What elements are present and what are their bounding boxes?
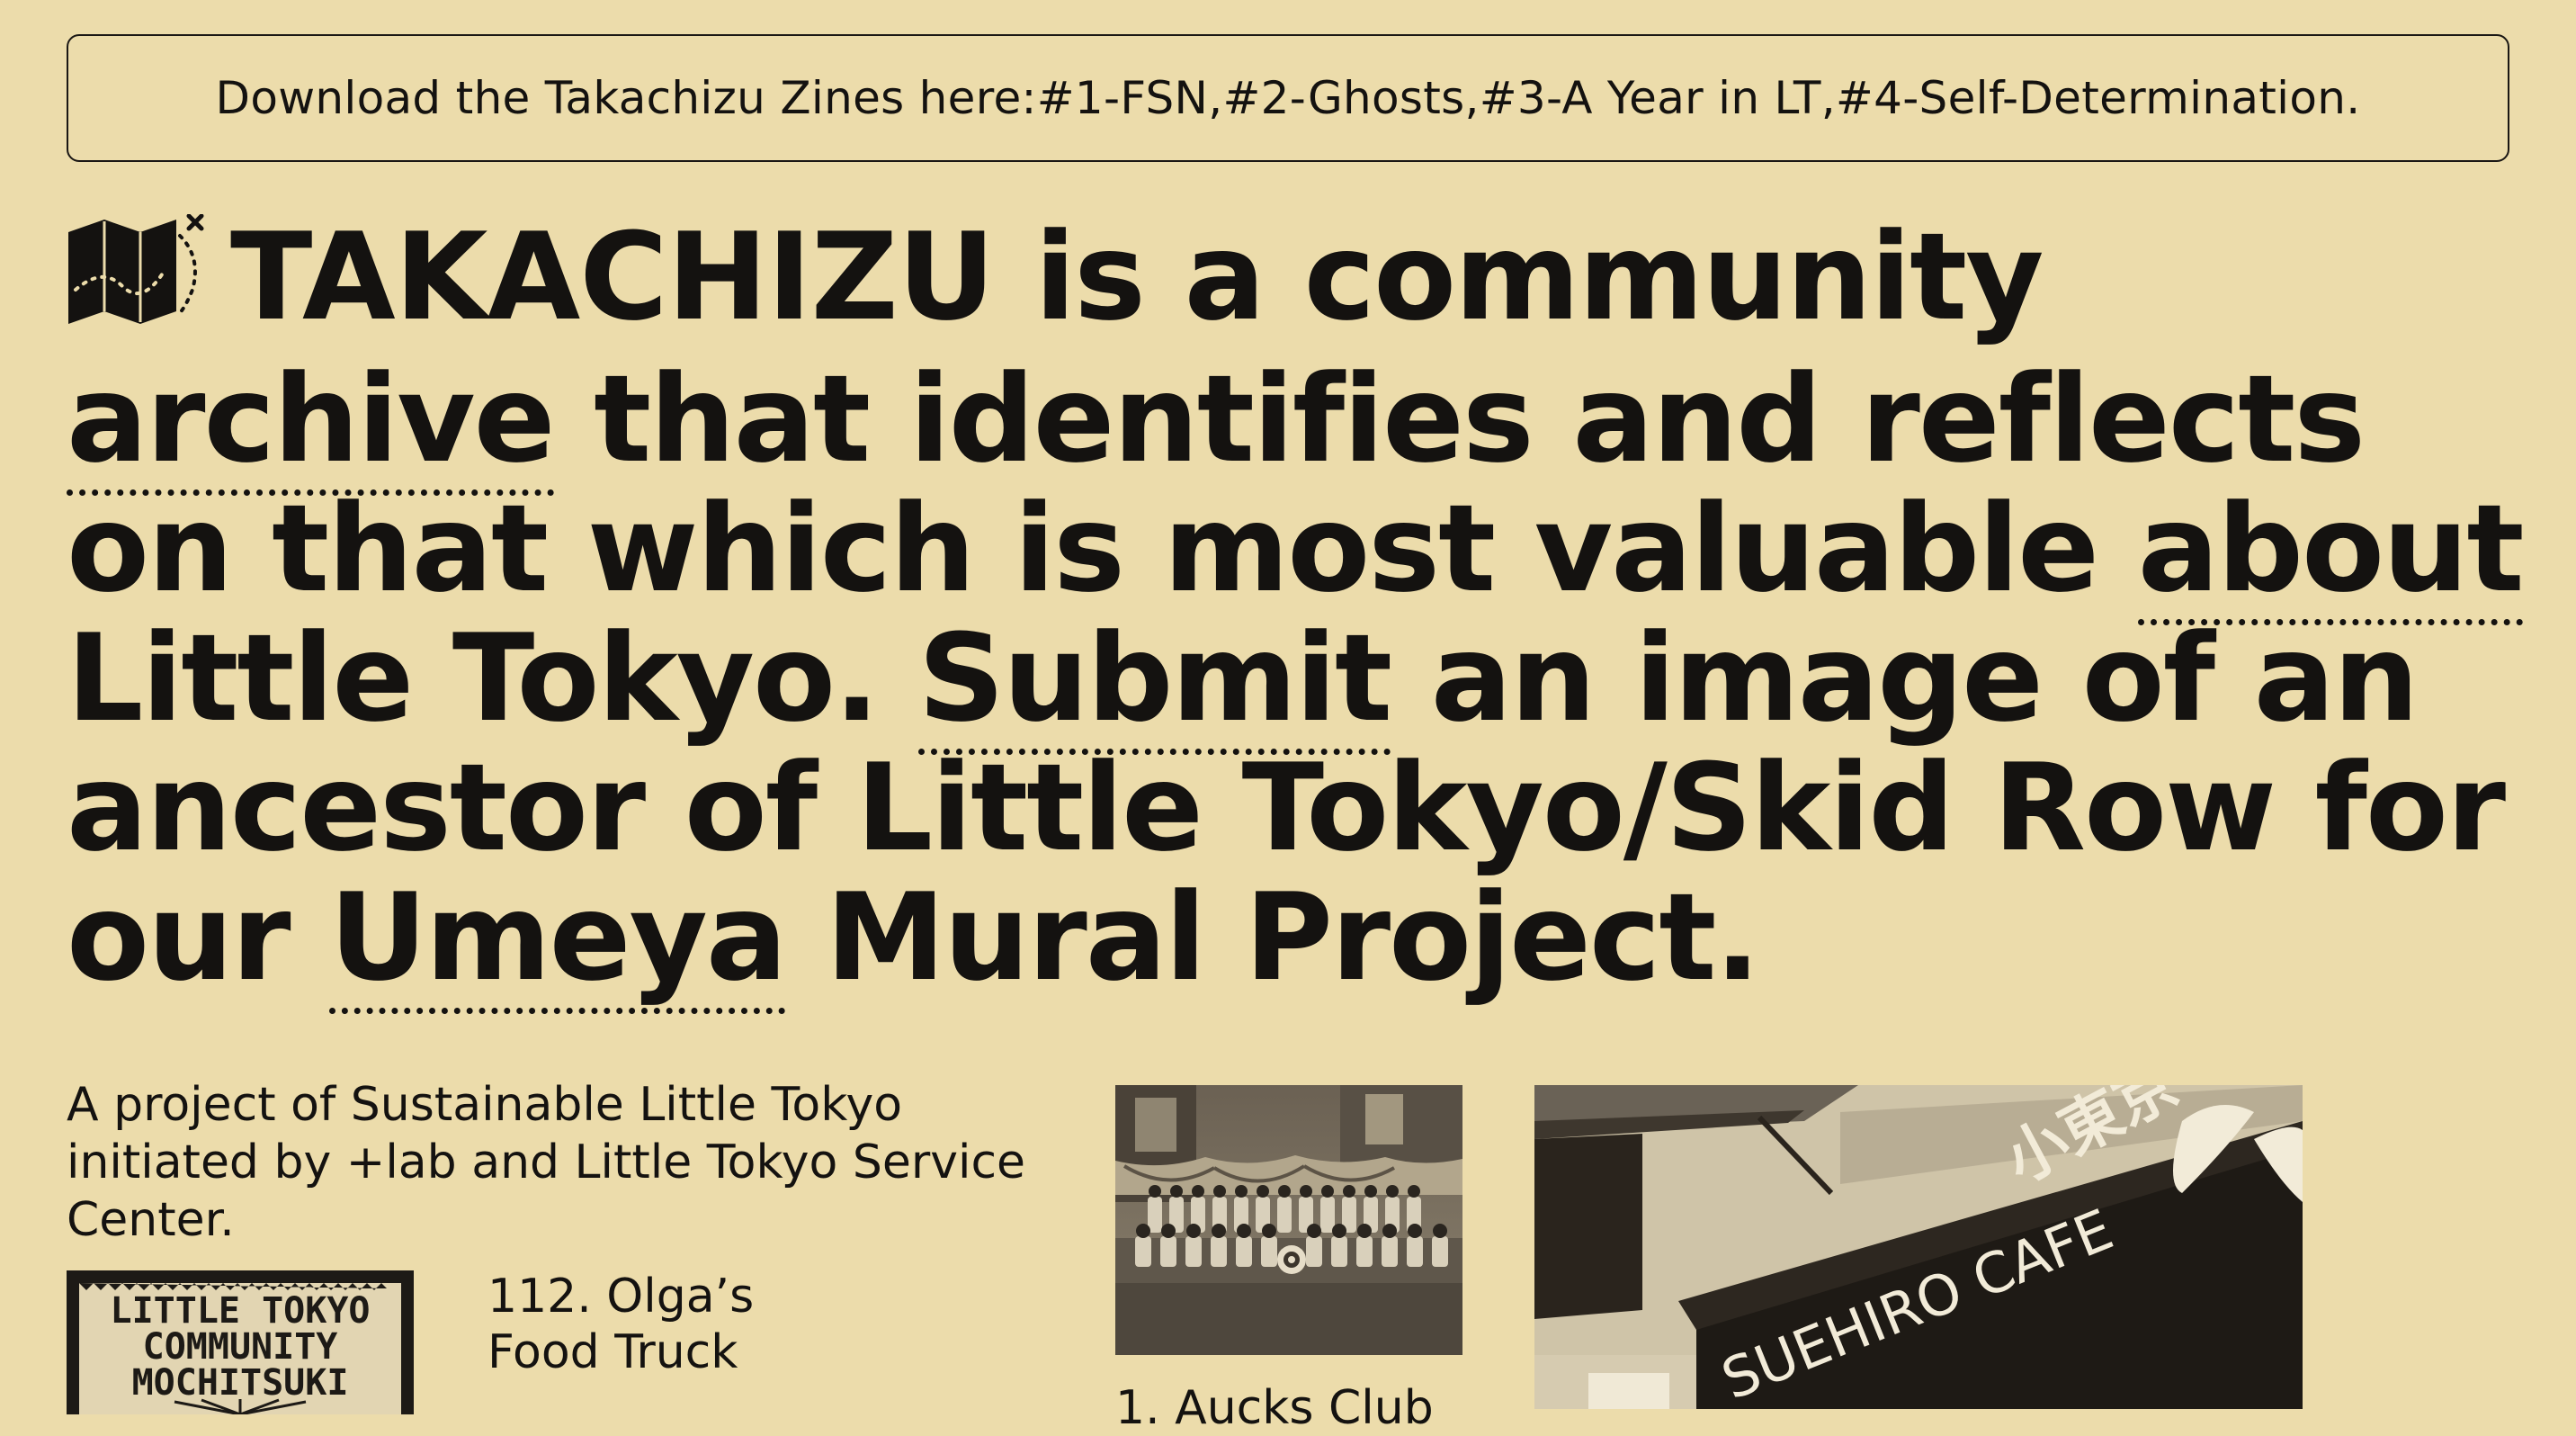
banner-prefix: Download the Takachizu Zines here: [215, 72, 1037, 124]
zine-link-4[interactable]: #4-Self-Determination [1836, 72, 2346, 124]
banner-separator: , [1464, 72, 1480, 124]
suehiro-cafe-image[interactable]: 小東京 SUEHIRO CAFE [1534, 1085, 2303, 1409]
item-title-aucks-club[interactable]: 1. Aucks Club [1115, 1380, 1493, 1436]
umeya-link[interactable]: Umeya [329, 867, 787, 1014]
zine-link-2[interactable]: #2-Ghosts [1222, 72, 1464, 124]
archive-link[interactable]: archive [67, 349, 555, 496]
headline-text: is a community [994, 207, 2044, 347]
banner-suffix: . [2346, 72, 2361, 124]
headline-text: Mural Project. [785, 867, 1760, 1008]
mochitsuki-logo-image[interactable]: LITTLE TOKYO COMMUNITY MOCHITSUKI [67, 1270, 414, 1414]
headline-text: Little Tokyo. [67, 608, 918, 749]
about-link[interactable]: about [2137, 479, 2525, 625]
headline: TAKACHIZU is a community archive that id… [67, 212, 2549, 1014]
team-photo-image[interactable] [1115, 1085, 1462, 1355]
item-title-olgas-food-truck[interactable]: 112. Olga’s Food Truck [487, 1269, 847, 1380]
submit-link[interactable]: Submit [917, 608, 1392, 755]
project-intro: A project of Sustainable Little Tokyo in… [67, 1078, 1026, 1247]
zine-download-banner: Download the Takachizu Zines here: #1-FS… [67, 34, 2509, 162]
zine-link-3[interactable]: #3-A Year in LT [1480, 72, 1821, 124]
folded-map-icon[interactable] [67, 213, 210, 355]
banner-separator: , [1208, 72, 1223, 124]
zine-link-1[interactable]: #1-FSN [1037, 72, 1209, 124]
banner-separator: , [1820, 72, 1836, 124]
logo-line-3: MOCHITSUKI [132, 1362, 349, 1404]
brand-name: TAKACHIZU [230, 207, 996, 347]
